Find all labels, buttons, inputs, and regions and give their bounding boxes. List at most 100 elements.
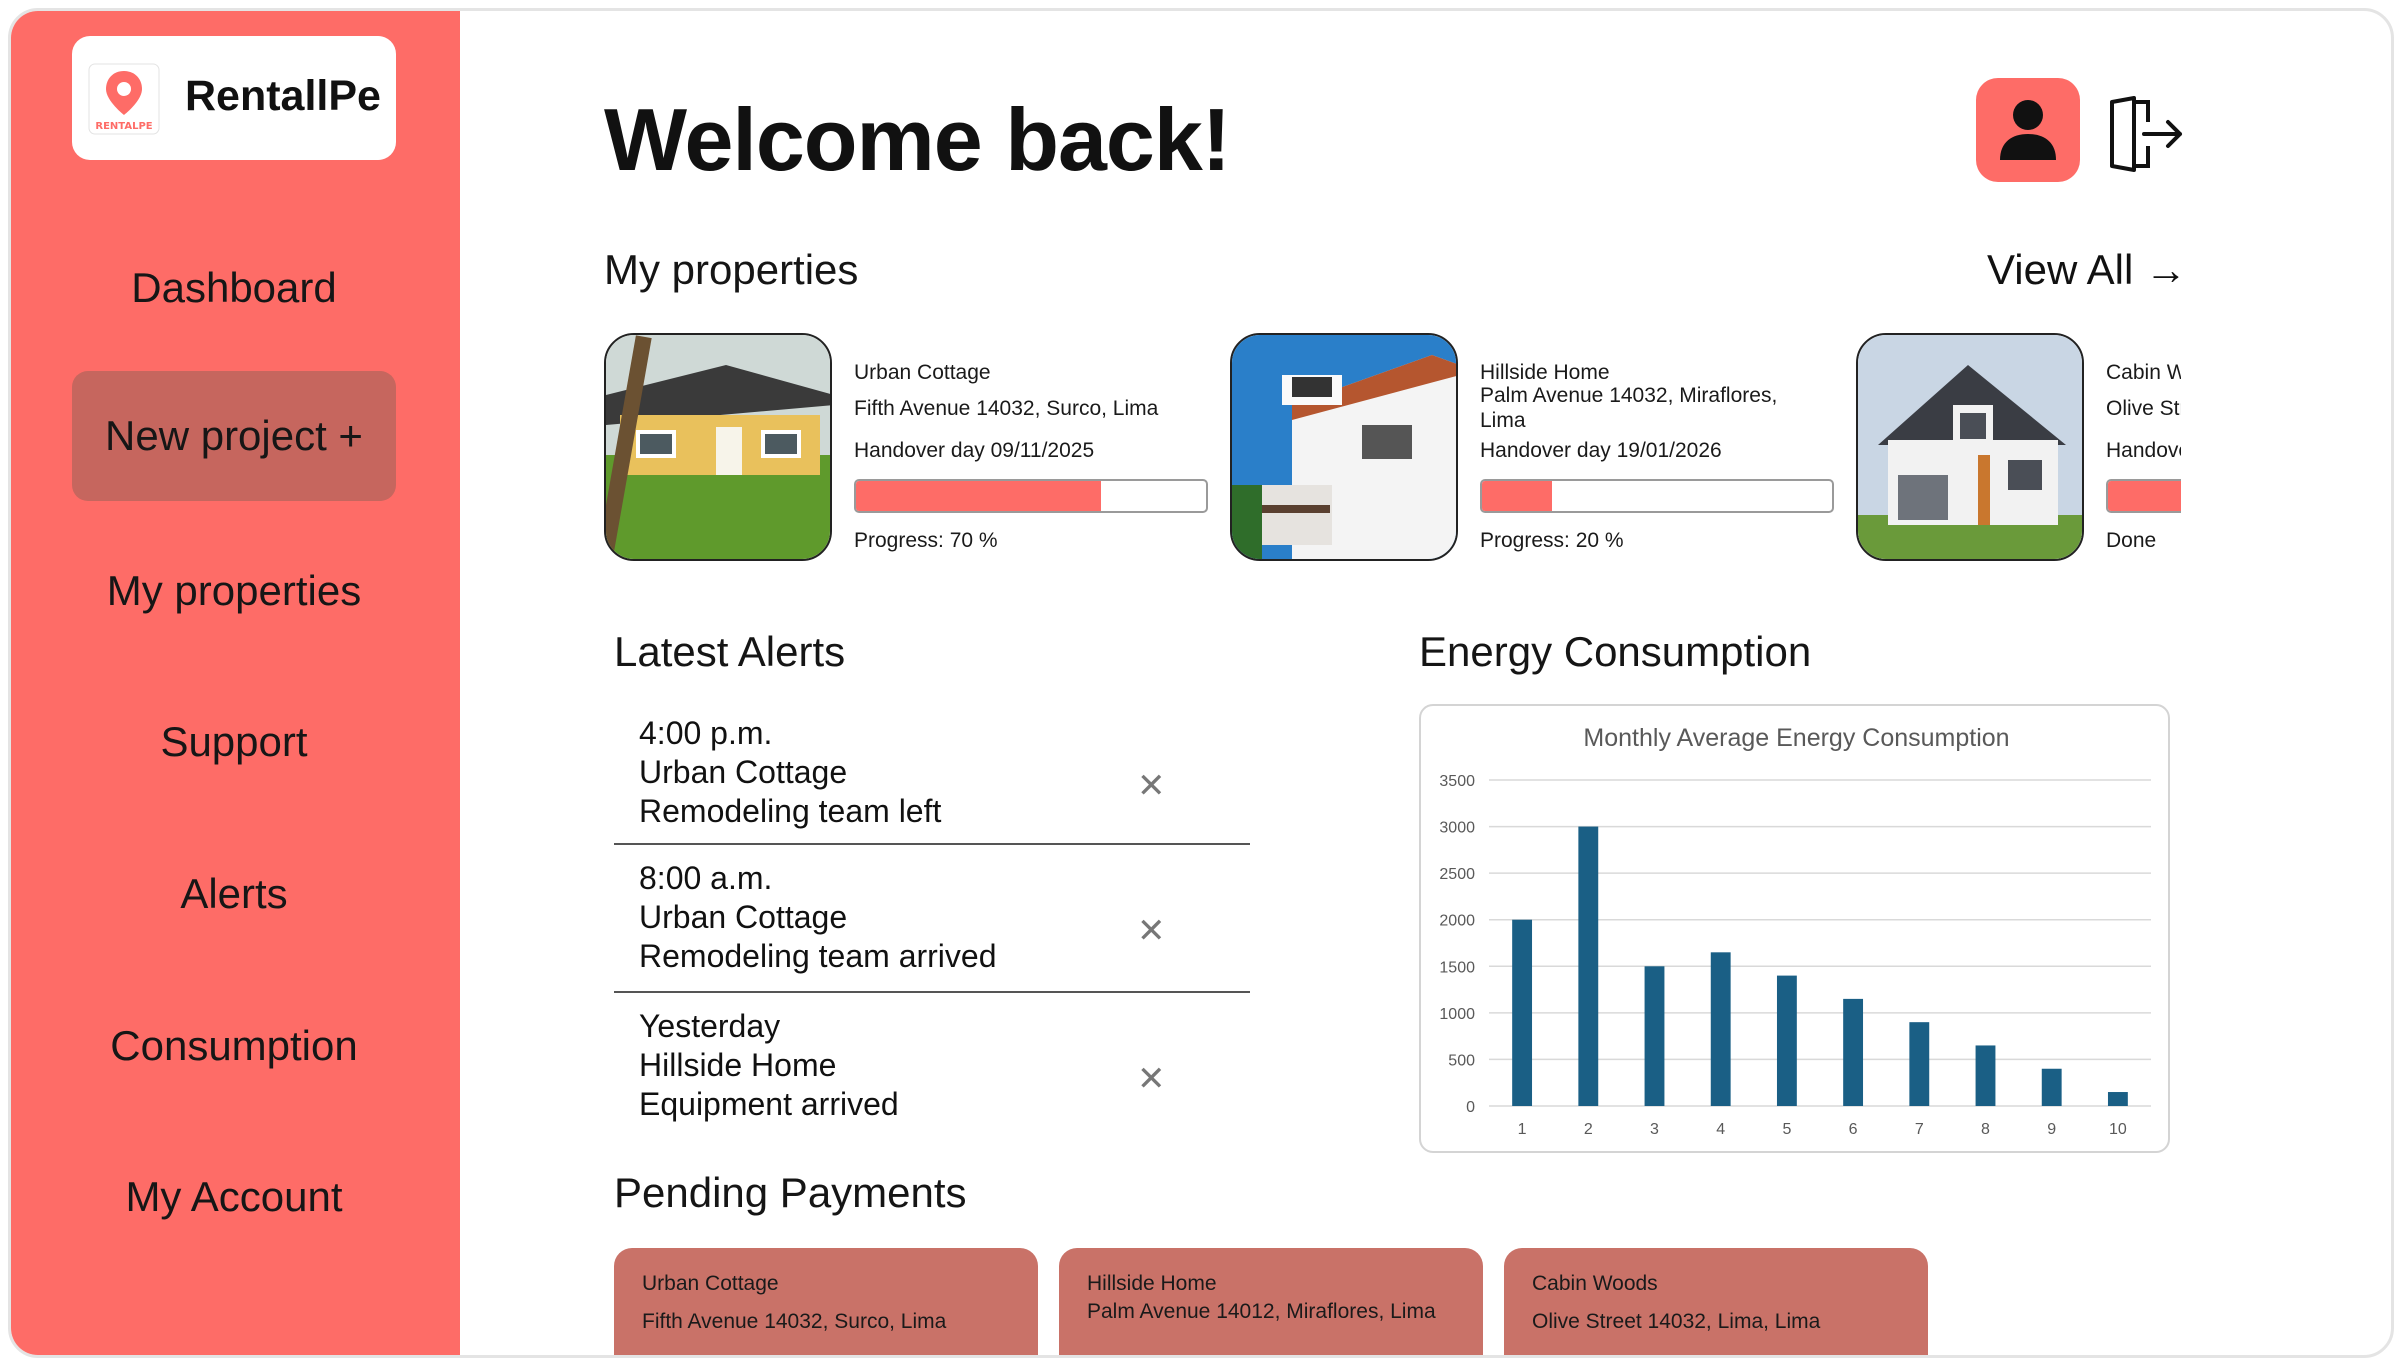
property-handover: Handover day 09/11/2025 [854, 439, 1095, 462]
progress-fill [1482, 481, 1552, 511]
logout-icon[interactable] [2104, 94, 2184, 174]
divider [614, 991, 1250, 993]
sidebar: RENTALPE RentallPe Dashboard New project… [11, 11, 460, 1355]
x-tick-label: 10 [2109, 1121, 2127, 1138]
brand-name: RentallPe [185, 72, 381, 120]
x-tick-label: 2 [1584, 1121, 1593, 1138]
property-handover: Handover day 19/01/2026 [1480, 439, 1722, 462]
bar [1909, 1022, 1930, 1106]
bar [1975, 1045, 1996, 1106]
property-info: Cabin Woods Olive Street 14032, Lima, Li… [2106, 333, 2181, 565]
app-window: RENTALPE RentallPe Dashboard New project… [8, 8, 2394, 1358]
property-address: Fifth Avenue 14032, Surco, Lima [854, 397, 1159, 420]
nav-item-my-account[interactable]: My Account [72, 1132, 396, 1262]
property-address: Olive Street 14032, Lima, Lima [2106, 397, 2181, 420]
bar [1644, 966, 1665, 1106]
alert-item: 8:00 a.m. Urban Cottage Remodeling team … [614, 859, 1250, 986]
alert-item: 4:00 p.m. Urban Cottage Remodeling team … [614, 714, 1250, 841]
view-all-link[interactable]: View All → [1987, 246, 2187, 294]
yellow-house-photo [604, 333, 832, 561]
user-profile-button[interactable] [1976, 78, 2080, 182]
progress-label: Progress: 20 % [1480, 529, 1624, 552]
nav-item-support[interactable]: Support [72, 677, 396, 807]
payment-card[interactable]: Hillside Home Palm Avenue 14012, Miraflo… [1059, 1248, 1483, 1355]
alert-property: Urban Cottage [639, 899, 848, 935]
y-tick-label: 2500 [1439, 866, 1475, 883]
progress-bar [1480, 479, 1834, 513]
payment-property-address: Olive Street 14032, Lima, Lima [1532, 1310, 1821, 1333]
chart-title: Monthly Average Energy Consumption [1583, 724, 2009, 752]
property-info: Urban Cottage Fifth Avenue 14032, Surco,… [854, 333, 1214, 565]
y-tick-label: 1000 [1439, 1006, 1475, 1023]
progress-bar [2106, 479, 2181, 513]
x-tick-label: 9 [2047, 1121, 2056, 1138]
section-title-energy-consumption: Energy Consumption [1419, 628, 1812, 675]
payment-property-name: Hillside Home [1087, 1272, 1217, 1295]
payment-card[interactable]: Urban Cottage Fifth Avenue 14032, Surco,… [614, 1248, 1038, 1355]
bar [1776, 975, 1797, 1106]
payment-property-name: Urban Cottage [642, 1272, 779, 1295]
alert-time: 8:00 a.m. [639, 860, 773, 896]
property-handover: Handover day [2106, 439, 2181, 462]
brand-mark-text: RENTALPE [95, 121, 152, 132]
energy-chart-panel: Monthly Average Energy Consumption 0 500 10… [1419, 704, 2170, 1153]
property-name: Cabin Woods [2106, 361, 2181, 384]
alert-message: Remodeling team left [639, 793, 942, 829]
close-icon[interactable]: ✕ [1137, 911, 1166, 951]
nav-item-new-project[interactable]: New project + [72, 371, 396, 501]
x-tick-label: 4 [1716, 1121, 1725, 1138]
progress-fill [2108, 481, 2181, 511]
bar [1578, 826, 1599, 1106]
nav-item-alerts[interactable]: Alerts [72, 829, 396, 959]
alert-property: Urban Cottage [639, 754, 848, 790]
nav-item-dashboard[interactable]: Dashboard [72, 223, 396, 353]
property-name: Hillside Home [1480, 361, 1610, 384]
alert-time: Yesterday [639, 1008, 781, 1044]
property-address: Palm Avenue 14032, Miraflores, Lima [1480, 384, 1778, 432]
x-tick-label: 3 [1650, 1121, 1659, 1138]
y-tick-label: 0 [1466, 1099, 1475, 1116]
bar [1843, 998, 1864, 1106]
x-tick-label: 8 [1981, 1121, 1990, 1138]
progress-bar [854, 479, 1208, 513]
user-icon [2000, 100, 2056, 160]
bar [1512, 919, 1533, 1106]
y-tick-label: 1500 [1439, 959, 1475, 976]
nav-item-consumption[interactable]: Consumption [72, 981, 396, 1111]
payment-property-address: Fifth Avenue 14032, Surco, Lima [642, 1310, 947, 1333]
progress-fill [856, 481, 1101, 511]
y-tick-label: 3500 [1439, 773, 1475, 790]
property-name: Urban Cottage [854, 361, 991, 384]
alert-time: 4:00 p.m. [639, 715, 773, 751]
section-title-pending-payments: Pending Payments [614, 1169, 967, 1216]
alert-item: Yesterday Hillside Home Equipment arrive… [614, 1007, 1250, 1134]
y-tick-label: 3000 [1439, 820, 1475, 837]
x-tick-label: 6 [1849, 1121, 1858, 1138]
progress-label: Progress: 70 % [854, 529, 998, 552]
close-icon[interactable]: ✕ [1137, 1059, 1166, 1099]
location-pin-icon: RENTALPE [88, 63, 160, 135]
modern-house-photo [1856, 333, 2084, 561]
x-tick-label: 5 [1782, 1121, 1791, 1138]
section-title-latest-alerts: Latest Alerts [614, 628, 846, 675]
alert-message: Remodeling team arrived [639, 938, 997, 974]
payment-card[interactable]: Cabin Woods Olive Street 14032, Lima, Li… [1504, 1248, 1928, 1355]
bar [2041, 1068, 2062, 1106]
page-title: Welcome back! [604, 90, 1231, 189]
divider [614, 843, 1250, 845]
y-tick-label: 2000 [1439, 913, 1475, 930]
brand-logo-card[interactable]: RENTALPE RentallPe [72, 36, 396, 160]
alert-message: Equipment arrived [639, 1086, 899, 1122]
white-villa-photo [1230, 333, 1458, 561]
alert-property: Hillside Home [639, 1047, 837, 1083]
x-tick-label: 7 [1915, 1121, 1924, 1138]
nav-item-my-properties[interactable]: My properties [72, 526, 396, 656]
bar [2107, 1092, 2128, 1106]
x-tick-label: 1 [1518, 1121, 1527, 1138]
energy-bar-chart: Monthly Average Energy Consumption 0 500 10… [1439, 724, 2151, 1138]
section-title-my-properties: My properties [604, 246, 859, 293]
progress-label: Done [2106, 529, 2157, 552]
property-info: Hillside Home Palm Avenue 14032, Miraflo… [1480, 333, 1840, 565]
close-icon[interactable]: ✕ [1137, 766, 1166, 806]
payment-property-address: Palm Avenue 14012, Miraflores, Lima [1087, 1300, 1436, 1323]
